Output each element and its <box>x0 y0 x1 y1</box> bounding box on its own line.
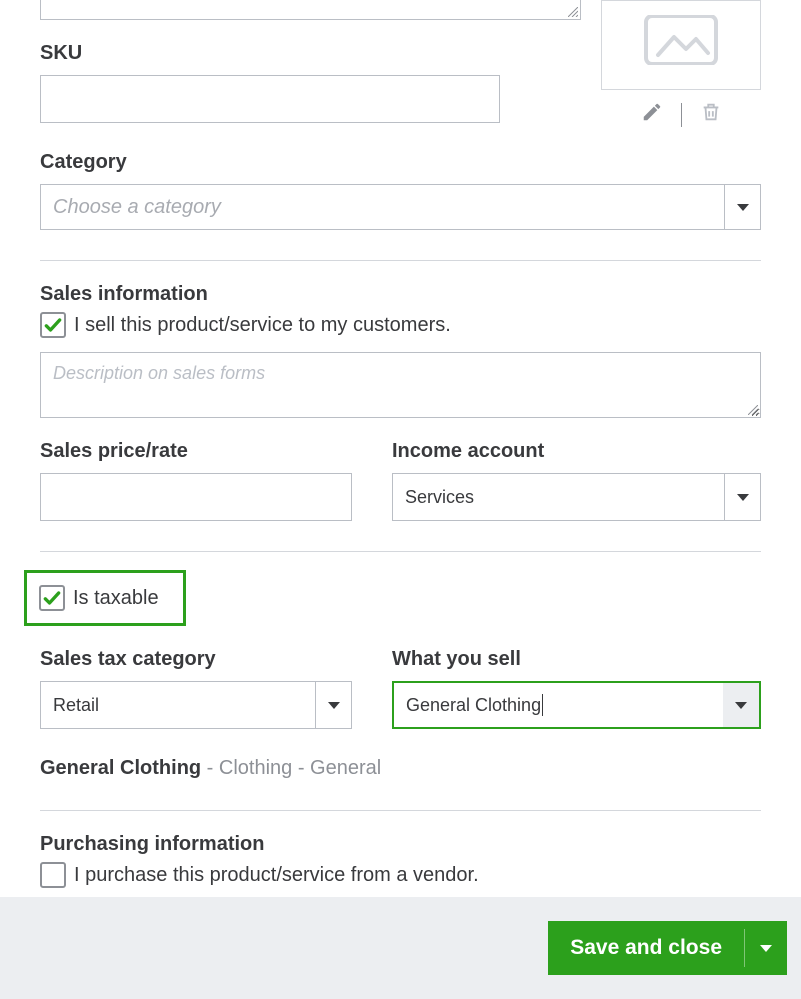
product-form: SKU Category Choose a cate <box>0 0 801 888</box>
sales-tax-category-field: Sales tax category Retail <box>40 626 352 729</box>
is-taxable-checkbox[interactable] <box>39 585 65 611</box>
sales-price-input[interactable] <box>40 473 352 521</box>
is-taxable-label: Is taxable <box>73 587 159 610</box>
chevron-down-icon <box>328 702 340 709</box>
image-placeholder[interactable] <box>601 0 761 90</box>
check-icon <box>42 588 62 608</box>
is-taxable-row: Is taxable <box>39 585 159 611</box>
income-account-caret[interactable] <box>724 474 760 520</box>
purchase-checkbox-label: I purchase this product/service from a v… <box>74 864 479 887</box>
sales-price-label: Sales price/rate <box>40 440 352 463</box>
chevron-down-icon <box>737 494 749 501</box>
category-label: Category <box>40 151 761 174</box>
what-you-sell-label: What you sell <box>392 648 761 671</box>
category-select[interactable]: Choose a category <box>40 184 761 230</box>
tax-path: General Clothing - Clothing - General <box>40 757 761 780</box>
top-area: SKU <box>40 0 761 129</box>
image-column <box>601 0 761 129</box>
image-actions <box>601 100 761 129</box>
sell-checkbox-label: I sell this product/service to my custom… <box>74 314 451 337</box>
sell-checkbox[interactable] <box>40 312 66 338</box>
sales-tax-category-caret[interactable] <box>315 682 351 728</box>
divider <box>40 260 761 261</box>
sales-price-field: Sales price/rate <box>40 418 352 521</box>
purchase-checkbox[interactable] <box>40 862 66 888</box>
sales-tax-category-label: Sales tax category <box>40 648 352 671</box>
sales-tax-category-value: Retail <box>41 682 315 728</box>
image-icon <box>642 15 720 65</box>
resize-grip-icon[interactable] <box>748 405 758 415</box>
divider <box>40 810 761 811</box>
sku-input[interactable] <box>40 75 500 123</box>
top-left: SKU <box>40 0 581 123</box>
price-account-row: Sales price/rate Income account Services <box>40 418 761 521</box>
purchasing-label: Purchasing information <box>40 833 761 856</box>
chevron-down-icon <box>735 702 747 709</box>
delete-image-icon[interactable] <box>700 100 722 129</box>
income-account-value: Services <box>393 474 724 520</box>
text-caret <box>542 694 543 716</box>
image-action-divider <box>681 103 682 127</box>
what-you-sell-select[interactable]: General Clothing <box>392 681 761 729</box>
sales-tax-category-select[interactable]: Retail <box>40 681 352 729</box>
income-account-label: Income account <box>392 440 761 463</box>
income-account-select[interactable]: Services <box>392 473 761 521</box>
footer-bar: Save and close <box>0 897 801 999</box>
tax-path-rest: - Clothing - General <box>201 757 381 779</box>
sales-description-placeholder: Description on sales forms <box>53 363 265 383</box>
sales-description-textarea[interactable]: Description on sales forms <box>40 352 761 418</box>
income-account-field: Income account Services <box>392 418 761 521</box>
resize-grip-icon[interactable] <box>568 7 578 17</box>
purchasing-check-row: I purchase this product/service from a v… <box>40 862 761 888</box>
sales-info-check-row: I sell this product/service to my custom… <box>40 312 761 338</box>
chevron-down-icon <box>760 945 772 952</box>
what-you-sell-caret[interactable] <box>723 683 759 727</box>
edit-image-icon[interactable] <box>641 101 663 128</box>
what-you-sell-field: What you sell General Clothing <box>392 626 761 729</box>
sku-label: SKU <box>40 42 581 65</box>
category-select-placeholder: Choose a category <box>41 185 724 229</box>
save-and-close-button[interactable]: Save and close <box>548 921 787 975</box>
is-taxable-highlight: Is taxable <box>24 570 186 626</box>
sales-info-label: Sales information <box>40 283 761 306</box>
tax-path-main: General Clothing <box>40 757 201 779</box>
chevron-down-icon <box>737 204 749 211</box>
save-dropdown-caret[interactable] <box>745 921 787 975</box>
save-and-close-label: Save and close <box>548 921 744 975</box>
check-icon <box>43 315 63 335</box>
category-select-caret[interactable] <box>724 185 760 229</box>
what-you-sell-value: General Clothing <box>394 683 723 727</box>
tax-row: Sales tax category Retail What you sell … <box>40 626 761 729</box>
name-textarea-partial[interactable] <box>40 0 581 20</box>
